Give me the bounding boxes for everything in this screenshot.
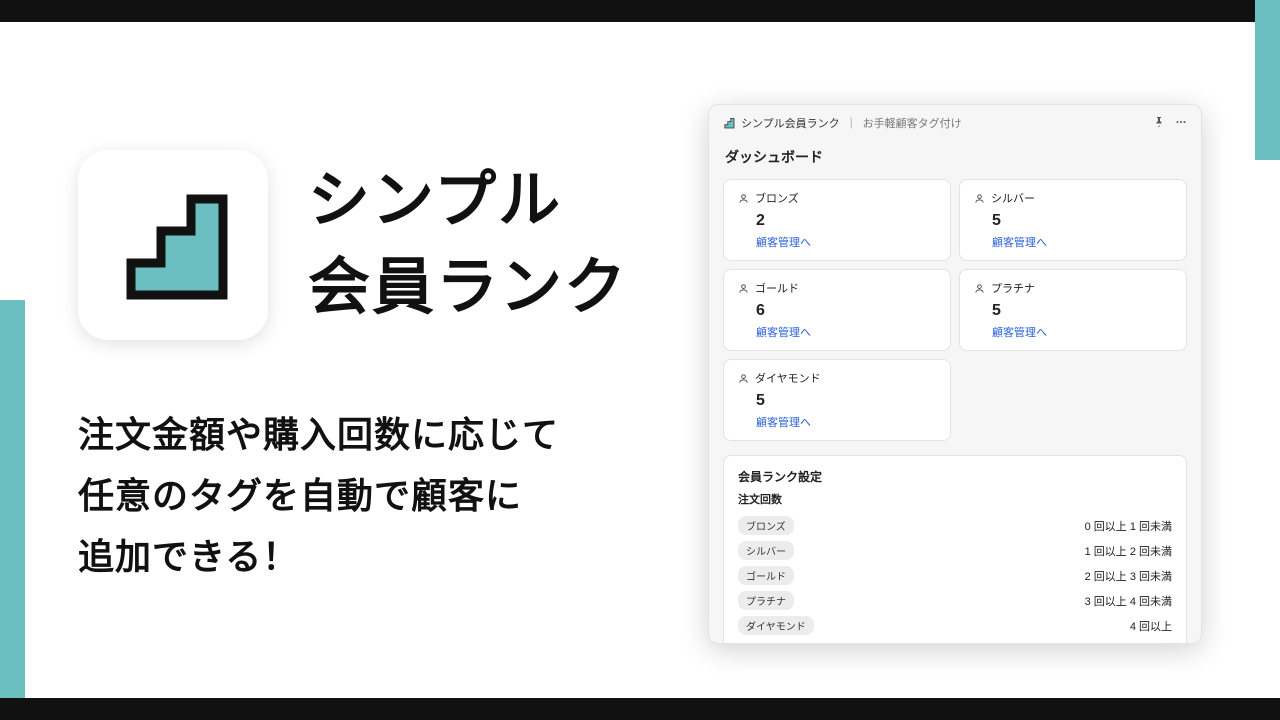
tier-pill: シルバー <box>738 541 794 560</box>
tier-range: 4 回以上 <box>1130 618 1172 634</box>
tagline-line1: 注文金額や購入回数に応じて <box>78 404 678 465</box>
tier-name: プラチナ <box>991 280 1035 296</box>
tier-name: ゴールド <box>755 280 799 296</box>
settings-row-silver: シルバー 1 回以上 2 回未満 <box>738 538 1172 563</box>
app-header: シンプル会員ランク ｜ お手軽顧客タグ付け <box>709 105 1201 139</box>
person-icon <box>974 283 985 294</box>
tier-range: 3 回以上 4 回未満 <box>1085 593 1172 609</box>
tier-pill: ダイヤモンド <box>738 616 814 635</box>
tagline: 注文金額や購入回数に応じて 任意のタグを自動で顧客に 追加できる！ <box>78 404 678 588</box>
app-header-separator: ｜ <box>846 115 857 131</box>
settings-row-bronze: ブロンズ 0 回以上 1 回未満 <box>738 513 1172 538</box>
tier-pill: プラチナ <box>738 591 794 610</box>
pin-icon[interactable] <box>1153 116 1165 131</box>
settings-card: 会員ランク設定 注文回数 ブロンズ 0 回以上 1 回未満 シルバー 1 回以上… <box>723 455 1187 644</box>
tagline-line3: 追加できる！ <box>78 526 678 587</box>
settings-subtitle: 注文回数 <box>738 491 1172 507</box>
tier-grid: ブロンズ 2 顧客管理へ シルバー 5 顧客管理へ <box>723 179 1187 441</box>
app-header-subtitle: お手軽顧客タグ付け <box>863 115 962 131</box>
decorative-bar-right <box>1255 0 1280 160</box>
tier-card-bronze: ブロンズ 2 顧客管理へ <box>723 179 951 261</box>
settings-title: 会員ランク設定 <box>738 468 1172 485</box>
stairs-icon <box>113 185 233 305</box>
tier-range: 1 回以上 2 回未満 <box>1085 543 1172 559</box>
tier-pill: ゴールド <box>738 566 794 585</box>
tier-customer-link[interactable]: 顧客管理へ <box>992 324 1172 340</box>
tier-name: ブロンズ <box>755 190 799 206</box>
tier-name: シルバー <box>991 190 1035 206</box>
person-icon <box>974 193 985 204</box>
app-header-logo-icon <box>723 117 735 129</box>
tier-card-platinum: プラチナ 5 顧客管理へ <box>959 269 1187 351</box>
tier-customer-link[interactable]: 顧客管理へ <box>756 324 936 340</box>
tier-range: 2 回以上 3 回未満 <box>1085 568 1172 584</box>
tier-customer-link[interactable]: 顧客管理へ <box>756 234 936 250</box>
tier-card-silver: シルバー 5 顧客管理へ <box>959 179 1187 261</box>
person-icon <box>738 193 749 204</box>
page-title: ダッシュボード <box>725 147 1185 167</box>
settings-row-gold: ゴールド 2 回以上 3 回未満 <box>738 563 1172 588</box>
person-icon <box>738 283 749 294</box>
decorative-bar-left <box>0 300 25 720</box>
brand-row: シンプル 会員ランク <box>78 150 678 340</box>
tier-customer-link[interactable]: 顧客管理へ <box>992 234 1172 250</box>
more-icon[interactable] <box>1175 116 1187 131</box>
settings-row-platinum: プラチナ 3 回以上 4 回未満 <box>738 588 1172 613</box>
tier-value: 2 <box>756 212 936 230</box>
app-window: シンプル会員ランク ｜ お手軽顧客タグ付け ダッシュボード <box>708 104 1202 644</box>
tagline-line2: 任意のタグを自動で顧客に <box>78 465 678 526</box>
brand-name-line2: 会員ランク <box>308 245 628 332</box>
decorative-bar-top <box>0 0 1280 22</box>
tier-pill: ブロンズ <box>738 516 794 535</box>
tier-card-gold: ゴールド 6 顧客管理へ <box>723 269 951 351</box>
tier-value: 5 <box>992 302 1172 320</box>
brand-name: シンプル 会員ランク <box>308 158 628 332</box>
decorative-bar-bottom <box>0 698 1280 720</box>
app-header-title: シンプル会員ランク <box>741 115 840 131</box>
person-icon <box>738 373 749 384</box>
app-logo-card <box>78 150 268 340</box>
tier-name: ダイヤモンド <box>755 370 821 386</box>
tier-range: 0 回以上 1 回未満 <box>1085 518 1172 534</box>
tier-value: 5 <box>992 212 1172 230</box>
brand-name-line1: シンプル <box>308 158 628 245</box>
tier-customer-link[interactable]: 顧客管理へ <box>756 414 936 430</box>
settings-row-diamond: ダイヤモンド 4 回以上 <box>738 613 1172 638</box>
tier-card-diamond: ダイヤモンド 5 顧客管理へ <box>723 359 951 441</box>
tier-value: 5 <box>756 392 936 410</box>
tier-value: 6 <box>756 302 936 320</box>
